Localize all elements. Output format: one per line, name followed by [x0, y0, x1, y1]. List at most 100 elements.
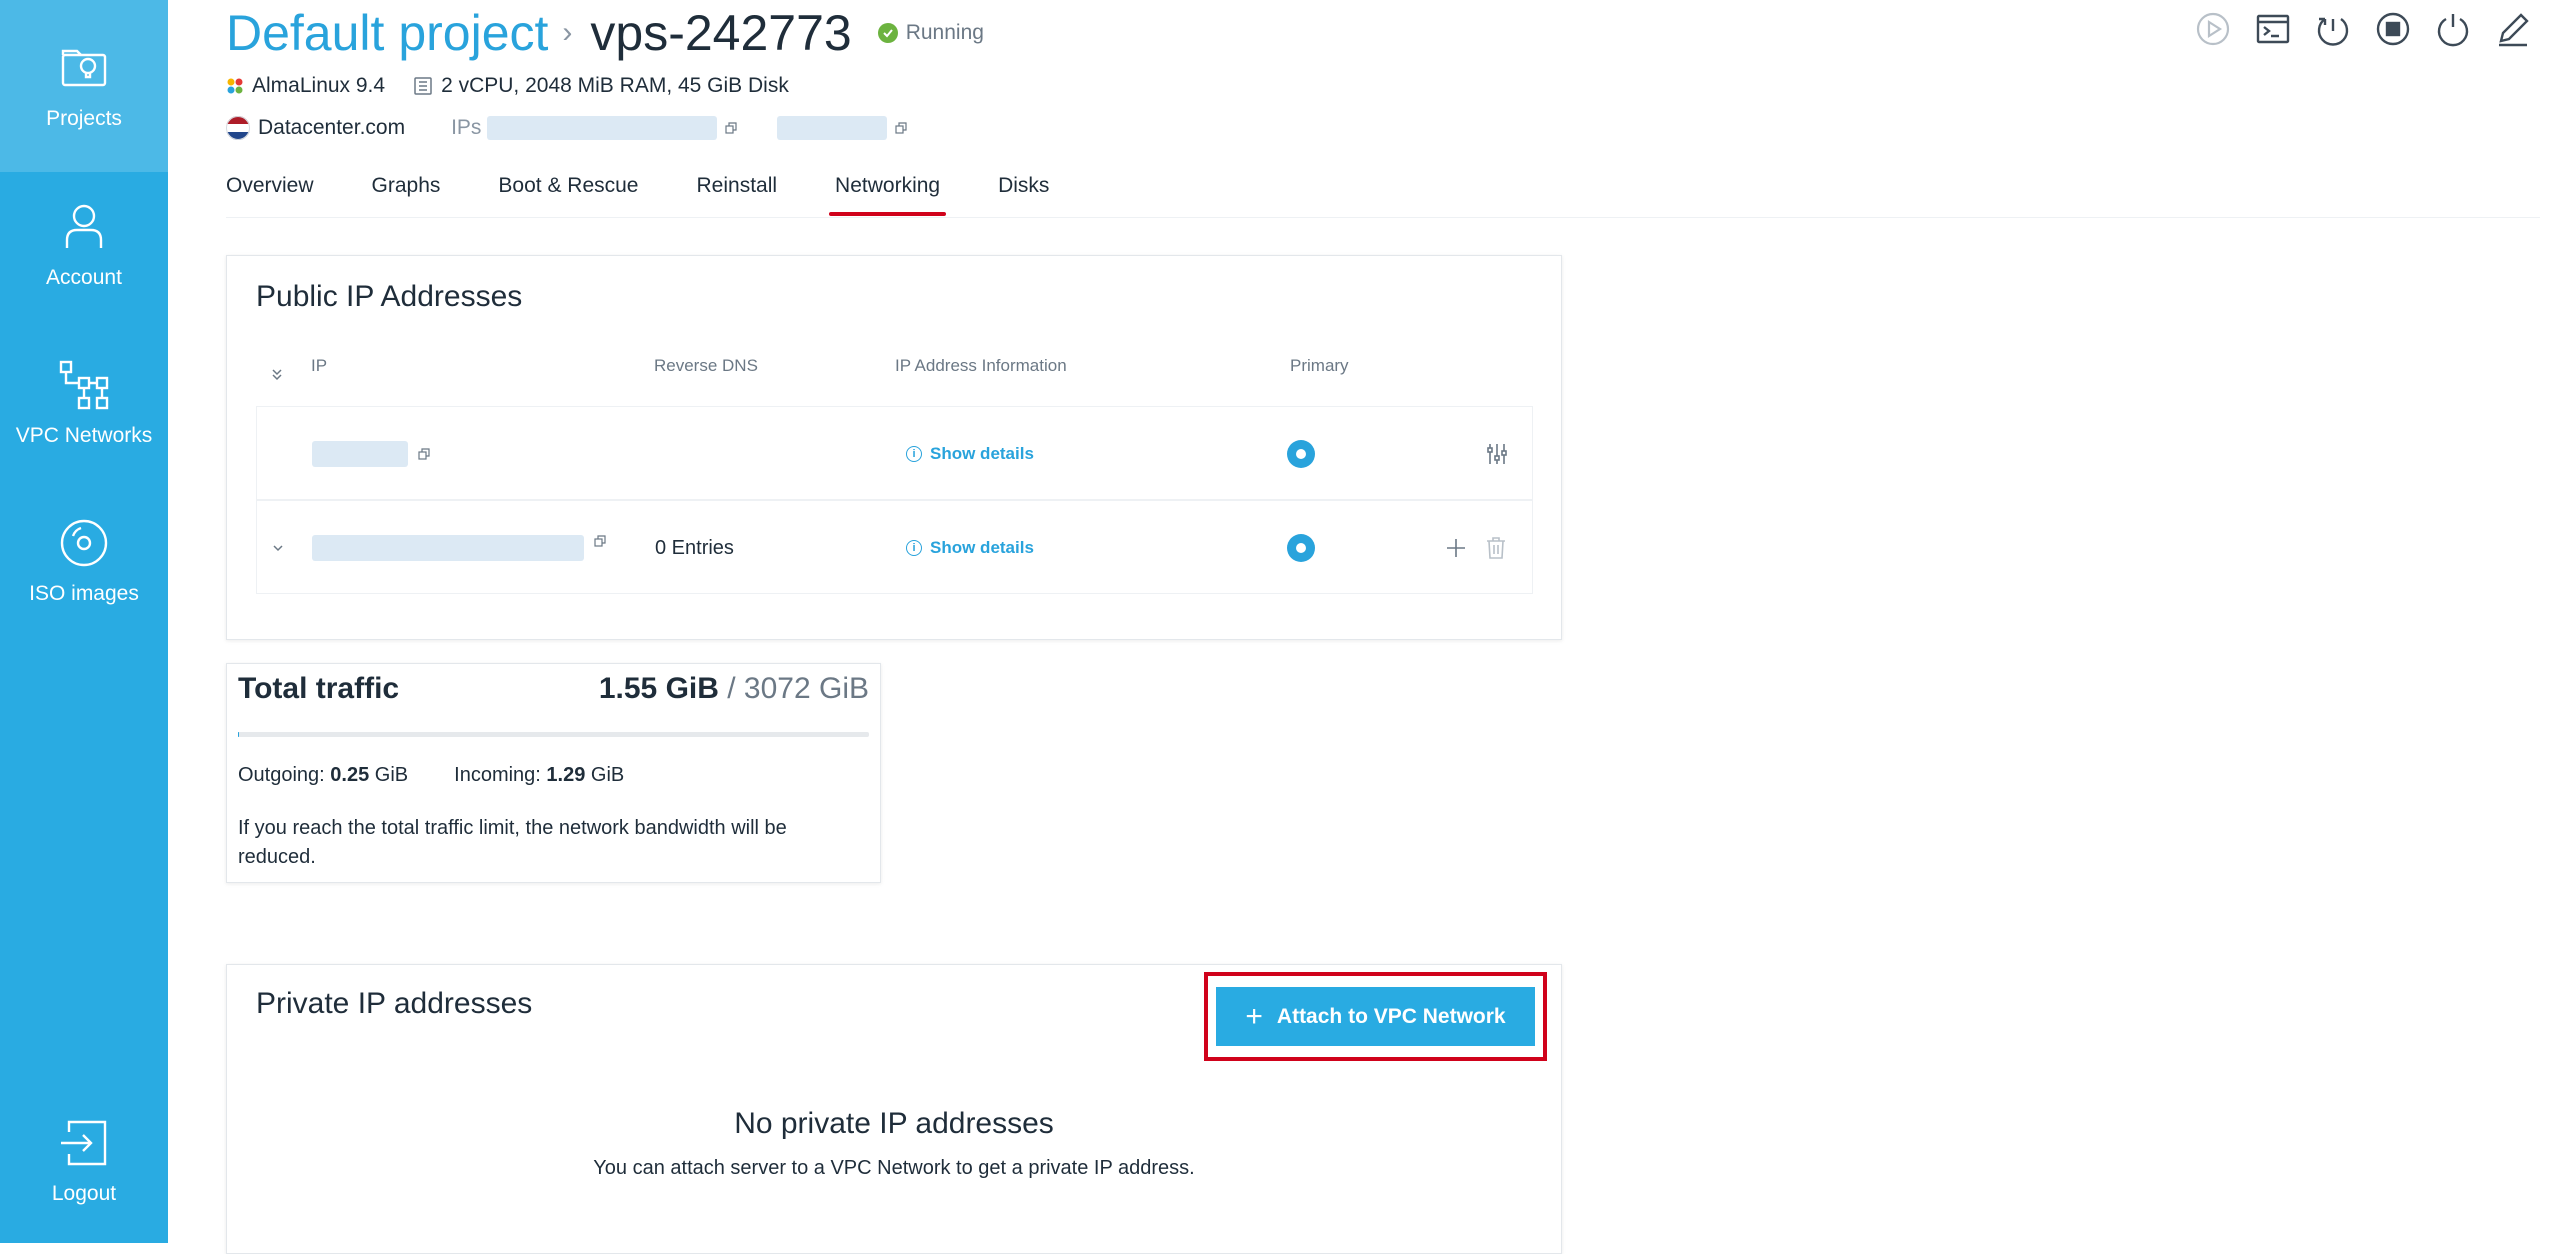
sidebar-item-projects[interactable]: Projects: [0, 0, 168, 172]
stop-icon: [2375, 11, 2411, 47]
sidebar-item-label: VPC Networks: [16, 424, 153, 448]
incoming-label: Incoming:: [454, 764, 541, 786]
specs-label: 2 vCPU, 2048 MiB RAM, 45 GiB Disk: [441, 74, 789, 98]
empty-state-description: You can attach server to a VPC Network t…: [227, 1157, 1561, 1180]
sidebar-item-label: Projects: [46, 107, 122, 131]
public-ip-title: Public IP Addresses: [256, 280, 522, 314]
attach-vpc-button[interactable]: + Attach to VPC Network: [1216, 987, 1535, 1046]
sliders-icon: [1485, 442, 1509, 466]
row-expand-button[interactable]: [271, 501, 285, 595]
plus-icon: +: [1245, 1002, 1263, 1032]
ip-address-redacted: [312, 441, 408, 467]
reboot-icon: [2315, 11, 2351, 47]
show-details-link[interactable]: i Show details: [906, 407, 1034, 501]
vpc-networks-icon: [57, 358, 111, 412]
column-reverse-dns: Reverse DNS: [654, 356, 758, 376]
edit-button[interactable]: [2494, 10, 2532, 48]
tab-disks[interactable]: Disks: [998, 174, 1049, 210]
datacenter-label: Datacenter.com: [258, 116, 405, 140]
ip-cell: [312, 501, 606, 595]
datacenter-info: Datacenter.com: [226, 116, 405, 140]
empty-state-title: No private IP addresses: [227, 1107, 1561, 1141]
info-icon: i: [906, 446, 922, 462]
console-button[interactable]: [2254, 10, 2292, 48]
copy-icon[interactable]: [895, 122, 907, 134]
copy-icon[interactable]: [594, 535, 606, 547]
primary-cell: [1287, 501, 1315, 595]
tab-graphs[interactable]: Graphs: [372, 174, 441, 210]
traffic-value: 1.55 GiB / 3072 GiB: [599, 672, 869, 706]
sidebar-item-label: ISO images: [29, 582, 139, 606]
traffic-breakdown: Outgoing: 0.25 GiB Incoming: 1.29 GiB: [238, 764, 670, 787]
show-details-link[interactable]: i Show details: [906, 501, 1034, 595]
power-button[interactable]: [2434, 10, 2472, 48]
copy-icon[interactable]: [725, 122, 737, 134]
sidebar-item-account[interactable]: Account: [0, 200, 168, 290]
location-meta: Datacenter.com IPs: [226, 116, 947, 140]
tab-bar: Overview Graphs Boot & Rescue Reinstall …: [226, 174, 2540, 218]
tab-boot-rescue[interactable]: Boot & Rescue: [498, 174, 638, 210]
incoming-traffic: Incoming: 1.29 GiB: [454, 764, 624, 787]
ips-label: IPs: [451, 116, 481, 140]
start-icon: [2195, 11, 2231, 47]
console-icon: [2255, 11, 2291, 47]
sidebar-item-vpc-networks[interactable]: VPC Networks: [0, 358, 168, 448]
sidebar-item-iso-images[interactable]: ISO images: [0, 516, 168, 606]
status-text: Running: [906, 21, 984, 45]
table-row: 0 Entries i Show details: [256, 500, 1533, 594]
server-meta: AlmaLinux 9.4 2 vCPU, 2048 MiB RAM, 45 G…: [226, 74, 817, 98]
primary-radio[interactable]: [1287, 534, 1315, 562]
traffic-note: If you reach the total traffic limit, th…: [238, 814, 858, 872]
delete-button[interactable]: [1485, 501, 1507, 595]
traffic-progress-bar: [238, 732, 869, 737]
ipv4-address-redacted: [487, 116, 717, 140]
tab-reinstall[interactable]: Reinstall: [697, 174, 778, 210]
trash-icon: [1485, 536, 1507, 560]
attach-vpc-label: Attach to VPC Network: [1277, 1005, 1506, 1029]
settings-button[interactable]: [1485, 407, 1509, 501]
public-ip-card: Public IP Addresses IP Reverse DNS IP Ad…: [226, 255, 1562, 640]
column-ip-info: IP Address Information: [895, 356, 1067, 376]
logout-icon: [57, 1116, 111, 1170]
page-title: vps-242773: [590, 4, 851, 62]
show-details-label: Show details: [930, 444, 1034, 464]
netherlands-flag-icon: [226, 116, 250, 140]
outgoing-unit: GiB: [375, 764, 408, 786]
ipv6-address-redacted: [777, 116, 887, 140]
traffic-title: Total traffic: [238, 672, 399, 706]
primary-cell: [1287, 407, 1315, 501]
edit-icon: [2495, 11, 2531, 47]
incoming-unit: GiB: [591, 764, 624, 786]
traffic-used: 1.55 GiB: [599, 672, 719, 705]
logout-button[interactable]: Logout: [0, 1116, 168, 1206]
outgoing-traffic: Outgoing: 0.25 GiB: [238, 764, 408, 787]
traffic-limit: / 3072 GiB: [719, 672, 869, 705]
os-info: AlmaLinux 9.4: [226, 74, 385, 98]
iso-images-icon: [57, 516, 111, 570]
projects-icon: [57, 41, 111, 95]
tab-overview[interactable]: Overview: [226, 174, 314, 210]
os-label: AlmaLinux 9.4: [252, 74, 385, 98]
table-header: IP Reverse DNS IP Address Information Pr…: [256, 356, 1533, 398]
sidebar: Projects Account VPC Networks ISO images: [0, 0, 168, 1243]
info-icon: i: [906, 540, 922, 556]
expand-all-icon[interactable]: [270, 366, 284, 386]
show-details-label: Show details: [930, 538, 1034, 558]
breadcrumb: Default project › vps-242773 Running: [226, 4, 984, 62]
table-row: i Show details: [256, 406, 1533, 500]
logout-label: Logout: [52, 1182, 116, 1206]
start-button[interactable]: [2194, 10, 2232, 48]
add-entry-button[interactable]: [1445, 501, 1467, 595]
primary-radio[interactable]: [1287, 440, 1315, 468]
server-actions: [2172, 10, 2532, 48]
private-ip-card: Private IP addresses + Attach to VPC Net…: [226, 964, 1562, 1254]
account-icon: [57, 200, 111, 254]
tab-networking[interactable]: Networking: [835, 174, 940, 210]
stop-button[interactable]: [2374, 10, 2412, 48]
breadcrumb-project-link[interactable]: Default project: [226, 4, 548, 62]
outgoing-value: 0.25: [330, 764, 369, 786]
copy-icon[interactable]: [418, 448, 430, 460]
ip-cell: [312, 407, 430, 501]
reboot-button[interactable]: [2314, 10, 2352, 48]
column-ip: IP: [311, 356, 327, 376]
